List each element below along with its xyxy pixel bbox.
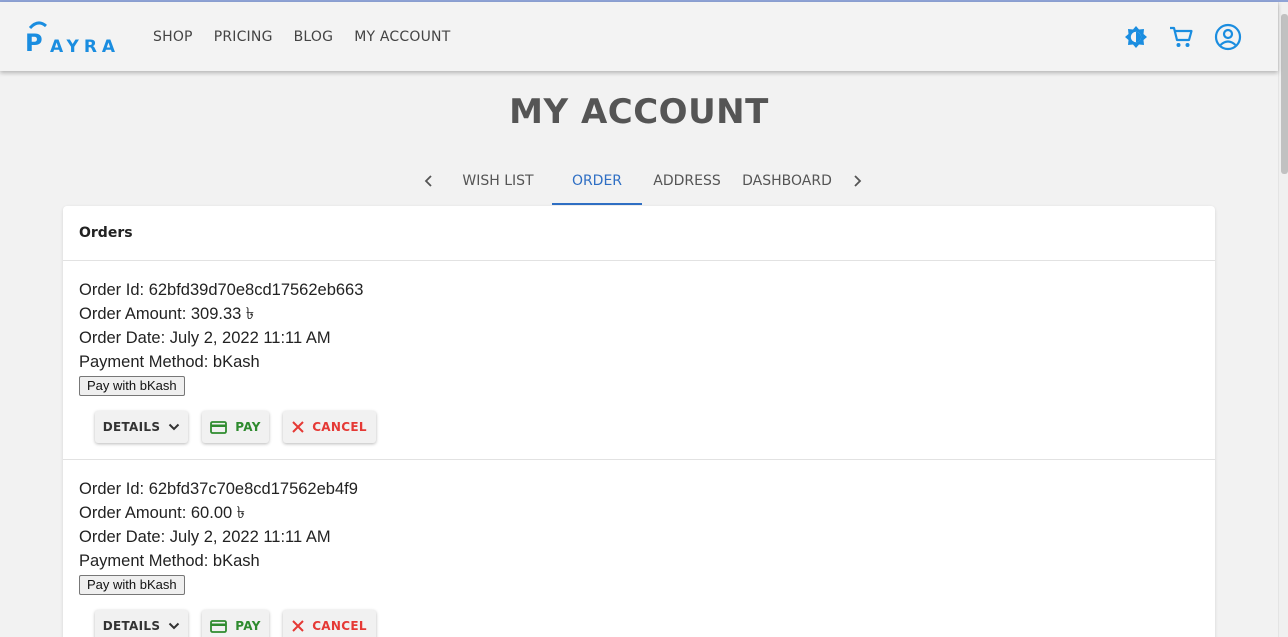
pay-with-bkash-button[interactable]: Pay with bKash bbox=[79, 376, 185, 396]
tabs-scroll-right-icon[interactable] bbox=[842, 157, 872, 205]
orders-card: Orders Order Id: 62bfd39d70e8cd17562eb66… bbox=[63, 206, 1215, 637]
pay-label: PAY bbox=[235, 619, 261, 633]
cancel-button[interactable]: CANCEL bbox=[283, 411, 376, 443]
account-icon[interactable] bbox=[1213, 22, 1243, 52]
order-actions: DETAILS PAY CANCEL bbox=[95, 610, 390, 637]
account-tabs: WISH LIST ORDER ADDRESS DASHBOARD bbox=[414, 157, 872, 205]
nav-my-account[interactable]: MY ACCOUNT bbox=[354, 29, 450, 45]
cancel-button[interactable]: CANCEL bbox=[283, 610, 376, 637]
tab-wish-list[interactable]: WISH LIST bbox=[444, 157, 552, 205]
pay-button[interactable]: PAY bbox=[202, 411, 269, 443]
page-scrollbar[interactable] bbox=[1278, 2, 1288, 637]
order-date: Order Date: July 2, 2022 11:11 AM bbox=[79, 528, 331, 546]
payra-logo[interactable]: P AYRA bbox=[24, 18, 126, 57]
credit-card-icon bbox=[210, 420, 228, 434]
payment-method: Payment Method: bKash bbox=[79, 552, 260, 570]
order-id: Order Id: 62bfd39d70e8cd17562eb663 bbox=[79, 281, 364, 299]
pay-label: PAY bbox=[235, 420, 261, 434]
order-date: Order Date: July 2, 2022 11:11 AM bbox=[79, 329, 331, 347]
close-icon bbox=[292, 421, 304, 433]
nav-blog[interactable]: BLOG bbox=[294, 29, 334, 45]
page-title: MY ACCOUNT bbox=[509, 92, 769, 132]
logo-mark: P AYRA bbox=[25, 21, 120, 57]
close-icon bbox=[292, 620, 304, 632]
chevron-down-icon bbox=[168, 622, 180, 630]
scrollbar-thumb[interactable] bbox=[1281, 14, 1288, 174]
pay-button[interactable]: PAY bbox=[202, 610, 269, 637]
tabs-scroll-left-icon[interactable] bbox=[414, 157, 444, 205]
svg-text:AYRA: AYRA bbox=[50, 37, 120, 56]
details-label: DETAILS bbox=[102, 619, 161, 633]
app-bar: P AYRA SHOP PRICING BLOG MY ACCOUNT bbox=[0, 2, 1278, 71]
order-item: Order Id: 62bfd37c70e8cd17562eb4f9 Order… bbox=[63, 460, 1215, 637]
order-id: Order Id: 62bfd37c70e8cd17562eb4f9 bbox=[79, 480, 358, 498]
brightness-icon[interactable] bbox=[1121, 22, 1151, 52]
cart-icon[interactable] bbox=[1166, 22, 1196, 52]
order-amount: Order Amount: 309.33 ৳ bbox=[79, 305, 255, 323]
order-item: Order Id: 62bfd39d70e8cd17562eb663 Order… bbox=[63, 261, 1215, 460]
orders-card-title: Orders bbox=[63, 206, 1215, 261]
credit-card-icon bbox=[210, 619, 228, 633]
cancel-label: CANCEL bbox=[312, 420, 367, 434]
payment-method: Payment Method: bKash bbox=[79, 353, 260, 371]
nav-pricing[interactable]: PRICING bbox=[214, 29, 273, 45]
nav-shop[interactable]: SHOP bbox=[153, 29, 193, 45]
order-amount: Order Amount: 60.00 ৳ bbox=[79, 504, 245, 522]
cancel-label: CANCEL bbox=[312, 619, 367, 633]
pay-with-bkash-button[interactable]: Pay with bKash bbox=[79, 575, 185, 595]
tab-order[interactable]: ORDER bbox=[552, 157, 642, 205]
chevron-down-icon bbox=[168, 423, 180, 431]
order-actions: DETAILS PAY CANCEL bbox=[95, 411, 390, 443]
details-button[interactable]: DETAILS bbox=[95, 610, 188, 637]
main-nav: SHOP PRICING BLOG MY ACCOUNT bbox=[153, 2, 471, 71]
svg-text:P: P bbox=[25, 29, 43, 56]
tab-address[interactable]: ADDRESS bbox=[642, 157, 732, 205]
tab-dashboard[interactable]: DASHBOARD bbox=[732, 157, 842, 205]
details-label: DETAILS bbox=[102, 420, 161, 434]
details-button[interactable]: DETAILS bbox=[95, 411, 188, 443]
